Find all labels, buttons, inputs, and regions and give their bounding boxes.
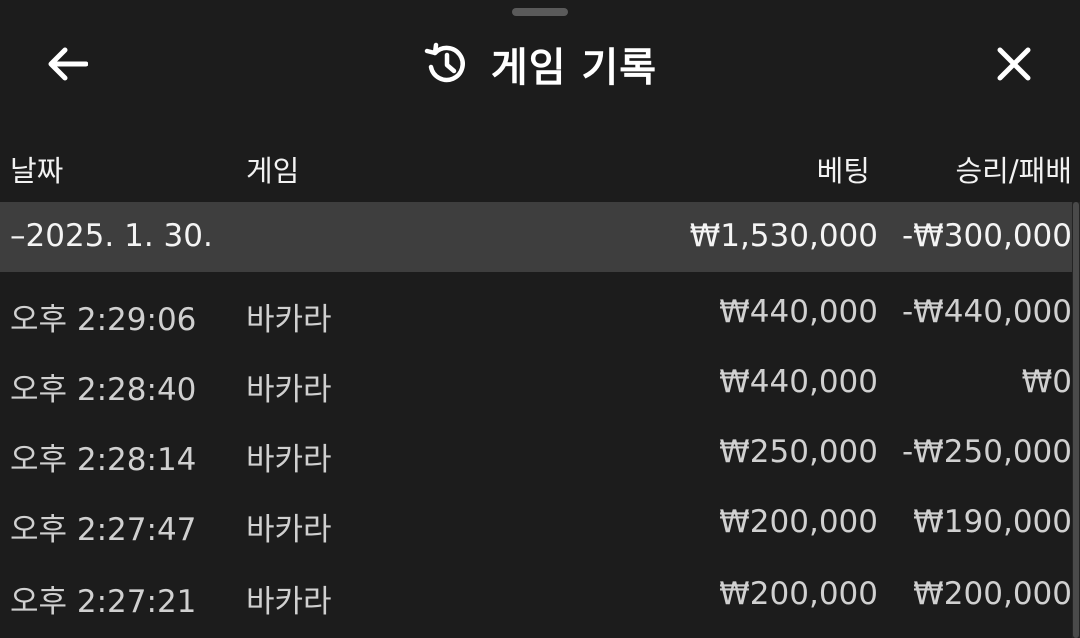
group-bet-total: ₩1,530,000: [689, 218, 878, 254]
table-row[interactable]: 오후 2:27:21 바카라 ₩200,000 ₩200,000: [0, 560, 1080, 630]
grab-handle[interactable]: [512, 8, 568, 16]
group-result-total: -₩300,000: [901, 218, 1072, 254]
row-game: 바카라: [246, 302, 332, 338]
table-row[interactable]: 오후 2:28:40 바카라 ₩440,000 ₩0: [0, 348, 1080, 418]
row-bet: ₩440,000: [719, 364, 878, 400]
row-bet: ₩440,000: [719, 294, 878, 330]
row-game: 바카라: [246, 512, 332, 548]
row-game: 바카라: [246, 442, 332, 478]
scrollbar-thumb[interactable]: [1073, 202, 1079, 638]
group-date-cell: –2025. 1. 30.: [10, 218, 213, 254]
row-game: 바카라: [246, 584, 332, 620]
close-button[interactable]: [982, 40, 1046, 88]
row-result: -₩440,000: [901, 294, 1072, 330]
row-time: 오후 2:28:40: [10, 372, 197, 408]
table-row[interactable]: 오후 2:27:47 바카라 ₩200,000 ₩190,000: [0, 488, 1080, 558]
column-header-game[interactable]: 게임: [246, 148, 299, 190]
table-header: 날짜 게임 베팅 승리/패배: [0, 140, 1080, 192]
header: 게임 기록: [0, 22, 1080, 106]
table-row[interactable]: 오후 2:28:14 바카라 ₩250,000 -₩250,000: [0, 418, 1080, 488]
row-result: -₩250,000: [901, 434, 1072, 470]
row-result: ₩190,000: [913, 504, 1072, 540]
game-history-sheet: 게임 기록 날짜 게임 베팅 승리/패배 –2025. 1. 30. ₩1,53…: [0, 0, 1080, 638]
row-game: 바카라: [246, 372, 332, 408]
row-result: ₩0: [1021, 364, 1072, 400]
scrollbar[interactable]: [1072, 202, 1080, 638]
row-time: 오후 2:27:21: [10, 584, 197, 620]
page-title: 게임 기록: [490, 45, 658, 91]
row-bet: ₩200,000: [719, 504, 878, 540]
table-body: –2025. 1. 30. ₩1,530,000 -₩300,000 오후 2:…: [0, 202, 1080, 638]
row-bet: ₩250,000: [719, 434, 878, 470]
column-header-result[interactable]: 승리/패배: [956, 148, 1073, 190]
column-header-bet[interactable]: 베팅: [817, 148, 870, 190]
group-date: 2025. 1. 30.: [25, 218, 213, 254]
close-icon: [997, 47, 1031, 81]
row-time: 오후 2:27:47: [10, 512, 197, 548]
table-row[interactable]: 오후 2:29:06 바카라 ₩440,000 -₩440,000: [0, 278, 1080, 348]
row-time: 오후 2:28:14: [10, 442, 197, 478]
column-header-date[interactable]: 날짜: [10, 148, 63, 190]
row-bet: ₩200,000: [719, 576, 878, 612]
row-time: 오후 2:29:06: [10, 302, 197, 338]
collapse-toggle[interactable]: –: [10, 218, 26, 254]
history-icon: [424, 42, 465, 83]
date-group-row[interactable]: –2025. 1. 30. ₩1,530,000 -₩300,000: [0, 202, 1080, 272]
title-group: 게임 기록: [0, 36, 1080, 92]
row-result: ₩200,000: [913, 576, 1072, 612]
